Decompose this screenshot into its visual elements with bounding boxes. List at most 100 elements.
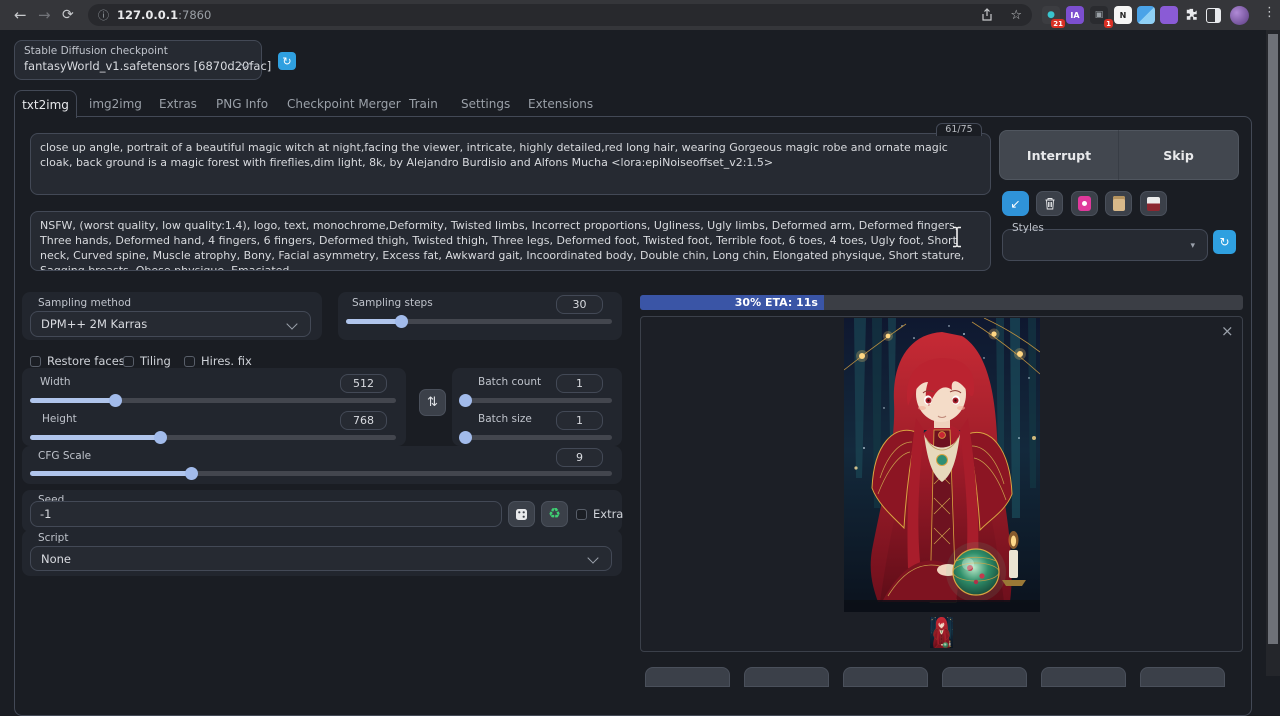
tiling-checkbox[interactable]: Tiling	[123, 354, 171, 368]
action-button[interactable]	[942, 667, 1027, 687]
extension-icon-notion[interactable]: N	[1114, 6, 1132, 24]
clear-prompt-button[interactable]	[1036, 191, 1063, 216]
slider-handle[interactable]	[185, 467, 198, 480]
text-cursor	[951, 226, 963, 248]
extension-icon-purple-app[interactable]	[1160, 6, 1178, 24]
save-floppy-icon	[1147, 197, 1160, 211]
height-number[interactable]	[340, 411, 387, 430]
extension-icon-camera[interactable]: ▣ 1	[1090, 6, 1108, 24]
browser-reload-button[interactable]: ⟳	[62, 0, 74, 30]
skip-button[interactable]: Skip	[1119, 130, 1239, 180]
sampling-method-value: DPM++ 2M Karras	[41, 317, 147, 331]
tab-txt2img[interactable]: txt2img	[14, 90, 77, 118]
action-button[interactable]	[744, 667, 829, 687]
restore-faces-checkbox[interactable]: Restore faces	[30, 354, 125, 368]
random-seed-button[interactable]	[508, 501, 535, 527]
action-button[interactable]	[843, 667, 928, 687]
extension-icon-dots[interactable]: ● 21	[1042, 6, 1060, 24]
tab-train[interactable]: Train	[409, 97, 438, 111]
tab-img2img[interactable]: img2img	[89, 97, 142, 111]
token-counter: 61/75	[936, 123, 982, 136]
close-preview-icon[interactable]: ×	[1221, 324, 1234, 339]
show-extra-networks-button[interactable]	[1071, 191, 1098, 216]
browser-forward-button[interactable]: →	[38, 0, 51, 30]
interrupt-button[interactable]: Interrupt	[999, 130, 1119, 180]
progress-fill: 30% ETA: 11s	[640, 295, 824, 310]
tab-extensions[interactable]: Extensions	[528, 97, 593, 111]
generated-image[interactable]	[844, 318, 1040, 612]
refresh-checkpoints-button[interactable]: ↻	[278, 52, 296, 70]
url-host: 127.0.0.1	[117, 8, 178, 22]
action-button[interactable]	[1140, 667, 1225, 687]
tab-checkpoint-merger[interactable]: Checkpoint Merger	[287, 97, 401, 111]
sampling-method-dropdown[interactable]: DPM++ 2M Karras	[30, 311, 311, 337]
tab-extras[interactable]: Extras	[159, 97, 197, 111]
action-button[interactable]	[1041, 667, 1126, 687]
refresh-styles-button[interactable]: ↻	[1213, 230, 1236, 254]
progress-bar: 30% ETA: 11s	[640, 295, 1243, 310]
site-info-icon[interactable]: ⓘ	[98, 7, 109, 23]
height-slider[interactable]	[30, 431, 396, 444]
batch-count-slider[interactable]	[460, 394, 612, 407]
slider-handle[interactable]	[459, 394, 472, 407]
checkpoint-label: Stable Diffusion checkpoint	[24, 45, 252, 57]
cfg-scale-label: CFG Scale	[38, 450, 91, 462]
browser-menu-icon[interactable]: ⋮	[1263, 5, 1276, 20]
browser-toolbar: ← → ⟳ ⓘ 127.0.0.1 :7860 ☆ ● 21 IA ▣ 1 N …	[0, 0, 1280, 30]
script-dropdown[interactable]: None	[30, 546, 612, 571]
progress-text: 30% ETA: 11s	[735, 296, 818, 309]
width-number[interactable]	[340, 374, 387, 393]
hires-fix-checkbox[interactable]: Hires. fix	[184, 354, 252, 368]
browser-profile-avatar[interactable]	[1230, 6, 1249, 25]
slider-handle[interactable]	[395, 315, 408, 328]
paste-generation-params-button[interactable]: ↙	[1002, 191, 1029, 216]
arrow-down-left-icon: ↙	[1010, 197, 1020, 211]
tab-png-info[interactable]: PNG Info	[216, 97, 268, 111]
action-button[interactable]	[645, 667, 730, 687]
reuse-seed-button[interactable]: ♻	[541, 501, 568, 527]
sampling-steps-slider[interactable]	[346, 315, 612, 328]
sampling-steps-label: Sampling steps	[352, 297, 433, 309]
checkbox-icon[interactable]	[30, 356, 41, 367]
prompt-input[interactable]: close up angle, portrait of a beautiful …	[30, 133, 991, 195]
save-style-button[interactable]	[1140, 191, 1167, 216]
chevron-down-icon: ▾	[1190, 241, 1195, 251]
checkbox-icon[interactable]	[576, 509, 587, 520]
browser-address-bar[interactable]: ⓘ 127.0.0.1 :7860 ☆	[88, 4, 1032, 26]
sampling-method-label: Sampling method	[38, 297, 131, 309]
extension-icon-ia[interactable]: IA	[1066, 6, 1084, 24]
seed-extra-checkbox[interactable]: Extra	[576, 507, 623, 521]
seed-input[interactable]	[30, 501, 502, 527]
batch-size-label: Batch size	[478, 413, 532, 425]
batch-size-slider[interactable]	[460, 431, 612, 444]
extension-icon-blue-app[interactable]	[1137, 6, 1155, 24]
width-slider[interactable]	[30, 394, 396, 407]
slider-handle[interactable]	[154, 431, 167, 444]
scrollbar-thumb[interactable]	[1268, 34, 1278, 644]
sampling-steps-number[interactable]	[556, 295, 603, 314]
cfg-scale-slider[interactable]	[30, 467, 612, 480]
bookmark-star-icon[interactable]: ☆	[1010, 8, 1022, 23]
negative-prompt-input[interactable]: NSFW, (worst quality, low quality:1.4), …	[30, 211, 991, 271]
extension-badge: 21	[1051, 19, 1065, 28]
slider-handle[interactable]	[109, 394, 122, 407]
sidebar-toggle-icon[interactable]	[1206, 8, 1221, 23]
gallery-thumbnail[interactable]	[930, 617, 953, 648]
slider-handle[interactable]	[459, 431, 472, 444]
tab-settings[interactable]: Settings	[461, 97, 510, 111]
extensions-puzzle-icon[interactable]	[1183, 6, 1201, 24]
clipboard-icon	[1113, 196, 1125, 211]
checkbox-icon[interactable]	[123, 356, 134, 367]
apply-styles-button[interactable]	[1105, 191, 1132, 216]
cfg-scale-number[interactable]	[556, 448, 603, 467]
batch-size-number[interactable]	[556, 411, 603, 430]
checkbox-icon[interactable]	[184, 356, 195, 367]
width-label: Width	[40, 376, 71, 388]
swap-dimensions-button[interactable]: ⇅	[419, 389, 446, 416]
browser-back-button[interactable]: ←	[14, 0, 27, 30]
share-icon[interactable]	[980, 8, 994, 22]
styles-label: Styles	[1012, 222, 1044, 234]
batch-count-number[interactable]	[556, 374, 603, 393]
trash-icon	[1044, 197, 1056, 210]
checkpoint-dropdown[interactable]: Stable Diffusion checkpoint fantasyWorld…	[14, 40, 262, 80]
